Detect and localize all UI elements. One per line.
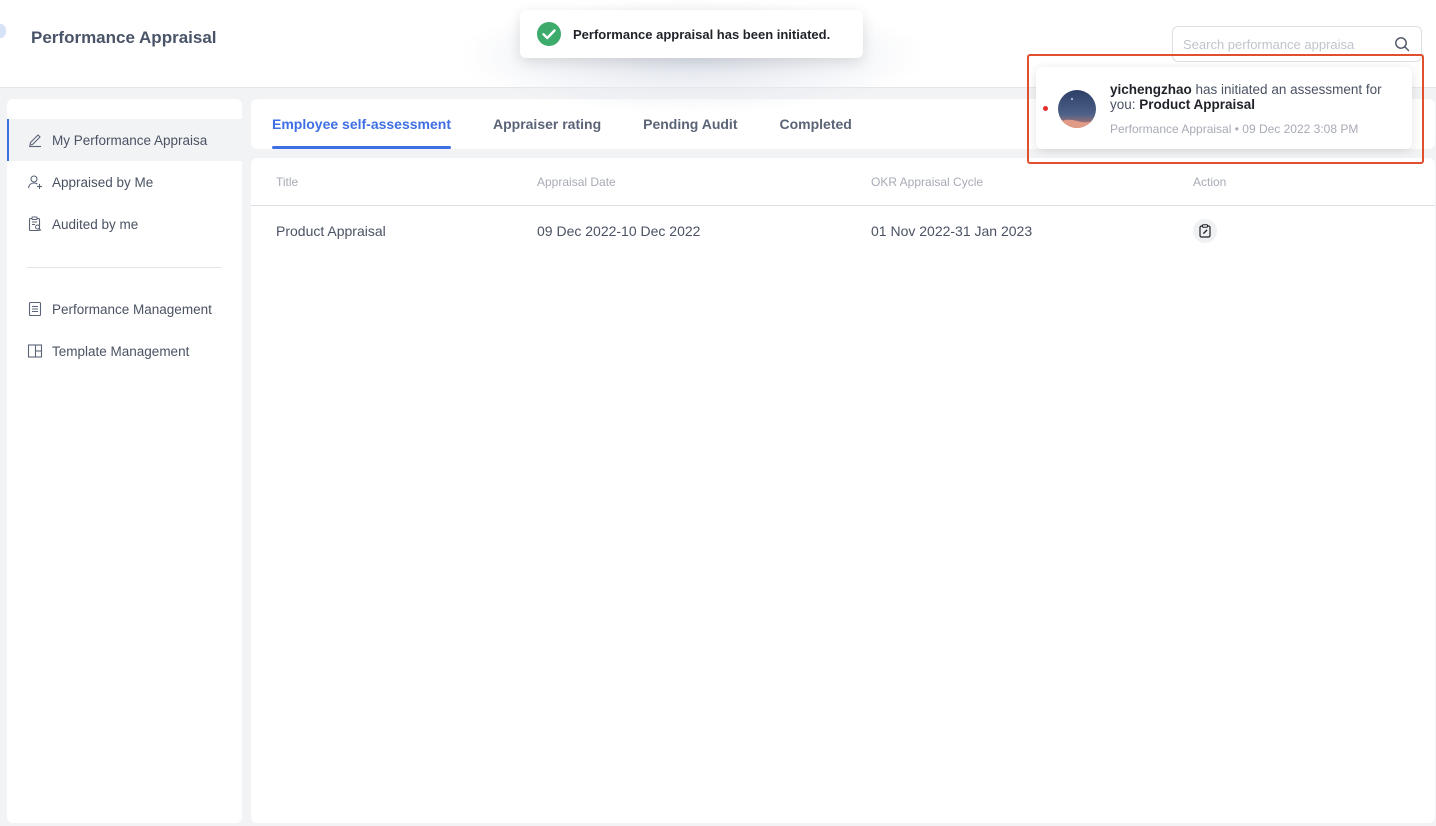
edit-clipboard-icon[interactable] [1193,219,1217,243]
sidebar: My Performance Appraisa Appraised by Me … [7,99,242,823]
table-header: Title Appraisal Date OKR Appraisal Cycle… [251,158,1435,206]
page-title: Performance Appraisal [31,28,217,47]
search-icon[interactable] [1393,35,1411,53]
table-row[interactable]: Product Appraisal 09 Dec 2022-10 Dec 202… [251,206,1435,256]
sidebar-item-label: Appraised by Me [52,174,154,190]
sidebar-item-label: My Performance Appraisa [52,132,208,148]
notification-meta: Performance Appraisal • 09 Dec 2022 3:08… [1110,122,1359,136]
notification-card[interactable]: yichengzhao has initiated an assessment … [1036,67,1412,149]
edge-handle [0,24,6,38]
clipboard-search-icon [26,215,44,233]
appraisal-table: Title Appraisal Date OKR Appraisal Cycle… [251,158,1435,823]
pencil-icon [26,131,44,149]
sidebar-item-my-performance-appraisal[interactable]: My Performance Appraisa [7,119,242,161]
tab-employee-self-assessment[interactable]: Employee self-assessment [272,99,451,149]
avatar [1058,90,1096,128]
sidebar-item-label: Performance Management [52,301,212,317]
notification-user: yichengzhao [1110,82,1192,97]
sidebar-item-template-management[interactable]: Template Management [7,330,242,372]
search-input[interactable] [1183,36,1393,52]
sidebar-item-label: Audited by me [52,216,139,232]
success-toast: Performance appraisal has been initiated… [520,10,863,58]
sidebar-item-audited-by-me[interactable]: Audited by me [7,203,242,245]
cell-okr-cycle: 01 Nov 2022-31 Jan 2023 [871,223,1033,239]
document-icon [26,300,44,318]
sidebar-divider [27,267,222,268]
notification-target: Product Appraisal [1139,97,1256,112]
sidebar-item-performance-management[interactable]: Performance Management [7,288,242,330]
check-circle-icon [537,22,561,46]
cell-title: Product Appraisal [276,223,386,239]
sidebar-item-label: Template Management [52,343,190,359]
column-header-title: Title [276,174,299,189]
sidebar-item-appraised-by-me[interactable]: Appraised by Me [7,161,242,203]
cell-appraisal-date: 09 Dec 2022-10 Dec 2022 [537,223,701,239]
column-header-appraisal-date: Appraisal Date [537,174,616,189]
notification-text: yichengzhao has initiated an assessment … [1110,82,1402,112]
column-header-action: Action [1193,174,1227,189]
layout-icon [26,342,44,360]
toast-message: Performance appraisal has been initiated… [573,26,831,42]
user-add-icon [26,173,44,191]
unread-dot [1043,106,1048,111]
column-header-okr-cycle: OKR Appraisal Cycle [871,174,984,189]
